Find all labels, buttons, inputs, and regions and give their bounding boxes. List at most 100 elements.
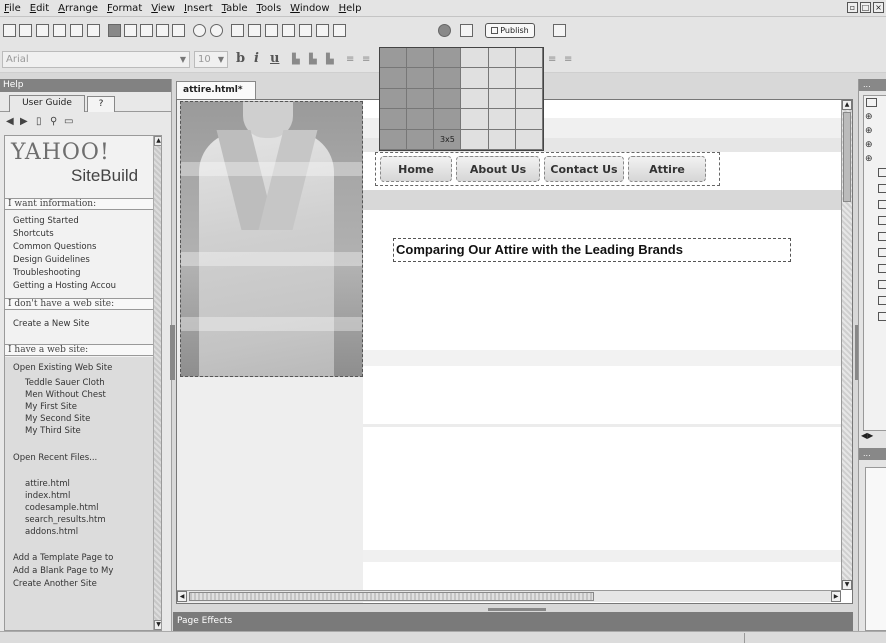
table-cell[interactable]	[461, 48, 489, 69]
new-page-icon[interactable]	[3, 24, 16, 37]
menu-insert[interactable]: Insert	[184, 3, 213, 14]
help-link[interactable]: My Third Site	[25, 426, 81, 436]
page-icon[interactable]	[878, 280, 886, 289]
table-cell[interactable]	[434, 88, 462, 110]
table-cell[interactable]	[407, 48, 435, 69]
properties-panel[interactable]	[865, 467, 886, 631]
delete-icon[interactable]	[172, 24, 185, 37]
help-link[interactable]: Teddle Sauer Cloth	[25, 378, 105, 388]
preview-icon[interactable]	[438, 24, 451, 37]
scroll-thumb[interactable]	[189, 592, 594, 601]
open-icon[interactable]	[53, 24, 66, 37]
nav-button-attire[interactable]: Attire	[628, 156, 706, 182]
table-cell[interactable]	[461, 129, 489, 150]
scroll-left-icon[interactable]: ◀	[177, 591, 187, 602]
help-link[interactable]: Design Guidelines	[13, 255, 90, 265]
insert-grid-icon[interactable]	[316, 24, 329, 37]
align-center-icon[interactable]: ≡	[362, 54, 376, 65]
help-link[interactable]: codesample.html	[25, 503, 98, 513]
help-link[interactable]: search_results.htm	[25, 515, 106, 525]
page-icon[interactable]	[878, 248, 886, 257]
help-link[interactable]: Add a Blank Page to My	[13, 566, 113, 576]
insert-field-icon[interactable]	[299, 24, 312, 37]
page-icon[interactable]	[878, 216, 886, 225]
table-size-label[interactable]: 3x5	[434, 129, 462, 150]
help-link[interactable]: My First Site	[25, 402, 77, 412]
document-tab[interactable]: attire.html*	[176, 81, 256, 99]
link-icon[interactable]: ▙	[326, 54, 340, 65]
print-icon[interactable]	[87, 24, 100, 37]
page-icon[interactable]	[878, 200, 886, 209]
table-cell[interactable]	[380, 129, 408, 150]
help-link[interactable]: Troubleshooting	[13, 268, 81, 278]
table-cell[interactable]	[461, 68, 489, 89]
scroll-down-icon[interactable]: ▼	[154, 620, 161, 630]
menu-help[interactable]: Help	[339, 3, 362, 14]
scroll-up-icon[interactable]: ▲	[154, 136, 161, 146]
help-home-icon[interactable]	[553, 24, 566, 37]
menu-window[interactable]: Window	[290, 3, 329, 14]
table-cell[interactable]	[461, 109, 489, 130]
font-select[interactable]: Arial ▼	[2, 51, 190, 68]
tree-scroll-arrows[interactable]: ◀▶	[861, 431, 873, 440]
table-cell[interactable]	[407, 88, 435, 110]
bullets-icon[interactable]: ≡	[548, 54, 562, 65]
panel-resize-handle[interactable]	[488, 608, 546, 611]
forward-icon[interactable]: ▶	[20, 116, 28, 127]
help-link[interactable]: Getting a Hosting Accou	[13, 281, 116, 291]
table-cell[interactable]	[434, 48, 462, 69]
scroll-down-icon[interactable]: ▼	[842, 580, 852, 590]
restore-icon[interactable]: ▫	[847, 2, 858, 13]
help-link[interactable]: Open Existing Web Site	[13, 363, 112, 373]
tab-user-guide[interactable]: User Guide	[9, 95, 85, 112]
new-site-icon[interactable]	[19, 24, 32, 37]
insert-table-icon[interactable]	[265, 24, 278, 37]
menu-file[interactable]: File	[4, 3, 21, 14]
nav-button-contact-us[interactable]: Contact Us	[544, 156, 624, 182]
paste-icon[interactable]	[156, 24, 169, 37]
table-cell[interactable]	[488, 88, 516, 110]
align-left-icon[interactable]: ≡	[346, 54, 360, 65]
insert-image-icon[interactable]	[248, 24, 261, 37]
upload-icon[interactable]	[460, 24, 473, 37]
close-icon[interactable]: ×	[873, 2, 884, 13]
print-icon[interactable]: ▭	[64, 116, 73, 127]
table-cell[interactable]	[380, 109, 408, 130]
page-heading-textbox[interactable]: Comparing Our Attire with the Leading Br…	[393, 238, 791, 262]
table-cell[interactable]	[515, 109, 543, 130]
copy-icon[interactable]	[140, 24, 153, 37]
menu-edit[interactable]: Edit	[30, 3, 49, 14]
page-canvas[interactable]: Home About Us Contact Us Attire Comparin…	[176, 99, 853, 604]
help-link[interactable]: Men Without Chest	[25, 390, 106, 400]
help-link[interactable]: Shortcuts	[13, 229, 54, 239]
page-icon[interactable]	[878, 264, 886, 273]
help-link[interactable]: Getting Started	[13, 216, 79, 226]
font-size-select[interactable]: 10 ▼	[194, 51, 228, 68]
back-icon[interactable]: ◀	[6, 116, 14, 127]
help-link[interactable]: Create a New Site	[13, 319, 89, 329]
underline-button[interactable]: u	[270, 51, 279, 66]
table-cell[interactable]	[488, 109, 516, 130]
table-cell[interactable]	[380, 68, 408, 89]
scroll-right-icon[interactable]: ▶	[831, 591, 841, 602]
site-tree[interactable]: ⊕ ⊕ ⊕ ⊕	[863, 95, 886, 431]
maximize-icon[interactable]: □	[860, 2, 871, 13]
site-map-icon[interactable]	[36, 24, 49, 37]
table-cell[interactable]	[407, 129, 435, 150]
table-cell[interactable]	[380, 88, 408, 110]
table-cell[interactable]	[488, 48, 516, 69]
table-cell[interactable]	[407, 109, 435, 130]
table-size-picker[interactable]: 3x5	[379, 47, 544, 151]
scroll-up-icon[interactable]: ▲	[842, 100, 852, 110]
table-cell[interactable]	[515, 48, 543, 69]
help-link[interactable]: Open Recent Files...	[13, 453, 97, 463]
table-cell[interactable]	[407, 68, 435, 89]
page-icon[interactable]	[878, 296, 886, 305]
nav-button-about-us[interactable]: About Us	[456, 156, 540, 182]
menu-arrange[interactable]: Arrange	[58, 3, 98, 14]
page-icon[interactable]	[878, 232, 886, 241]
help-scrollbar[interactable]: ▲ ▼	[153, 136, 161, 630]
help-link[interactable]: Common Questions	[13, 242, 96, 252]
help-link[interactable]: addons.html	[25, 527, 78, 537]
page-icon[interactable]	[878, 168, 886, 177]
